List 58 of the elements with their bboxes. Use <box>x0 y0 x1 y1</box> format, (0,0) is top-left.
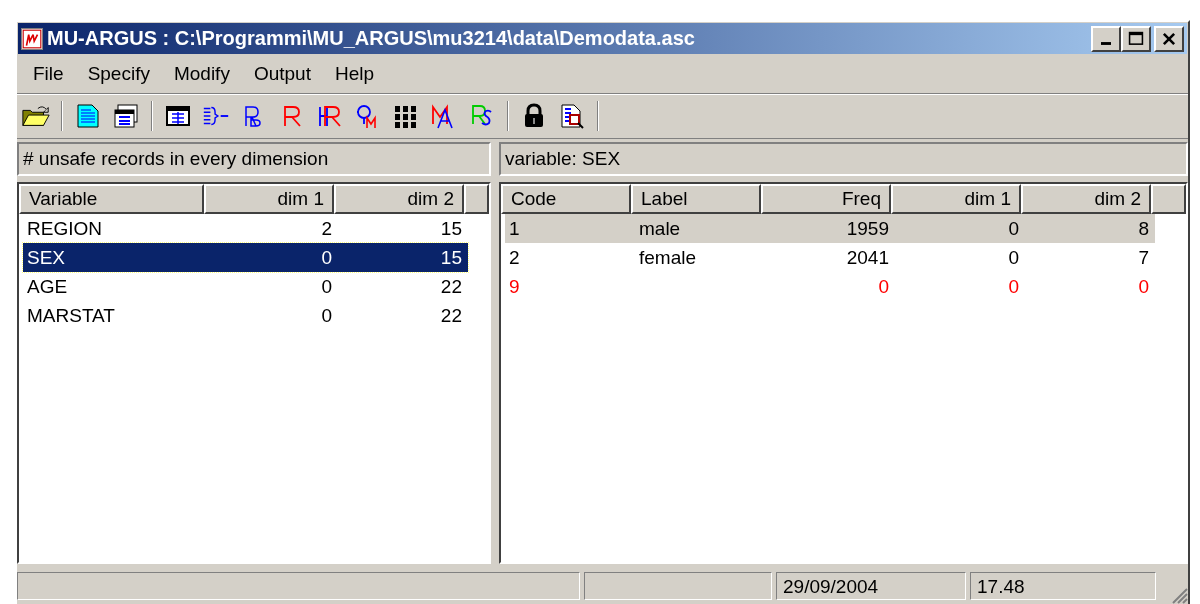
table-cell-text: REGION <box>26 217 103 241</box>
table-cell-text: 2 <box>508 246 521 270</box>
table-cell-text: 0 <box>320 304 333 328</box>
table-cell-text: 0 <box>1007 217 1020 241</box>
table-cell-text: 1 <box>508 217 521 241</box>
table-cell-text: 0 <box>1007 246 1020 270</box>
table-stack-icon[interactable] <box>111 102 141 130</box>
column-header[interactable]: Code <box>501 184 631 214</box>
table-cell-text: 22 <box>439 275 463 299</box>
list-row[interactable]: 2 female 2041 0 7 <box>505 243 1155 272</box>
column-header[interactable]: dim 2 <box>1021 184 1151 214</box>
status-time: 17.48 <box>970 572 1156 600</box>
table-cell-text: 2 <box>320 217 333 241</box>
maximize-icon <box>1127 29 1145 48</box>
column-header[interactable]: dim 1 <box>204 184 334 214</box>
list-row[interactable]: 9 0 0 0 <box>505 272 1155 301</box>
table-cell-text: 8 <box>1137 217 1150 241</box>
menu-item[interactable]: Modify <box>161 63 242 85</box>
column-header[interactable]: Freq <box>761 184 891 214</box>
table-cell-text: SEX <box>26 246 67 270</box>
list-row[interactable]: REGION 2 15 <box>23 214 468 243</box>
close-button[interactable] <box>1154 25 1184 52</box>
maximize-button[interactable] <box>1121 25 1151 52</box>
app-icon <box>21 27 43 50</box>
table-cell-text: AGE <box>26 275 69 299</box>
minimize-icon <box>1101 42 1111 45</box>
column-header[interactable]: Variable <box>19 184 204 214</box>
list-row[interactable]: 1 male 1959 0 8 <box>505 214 1155 243</box>
list-row[interactable]: AGE 0 22 <box>23 272 468 301</box>
menu-item[interactable]: Specify <box>75 63 162 85</box>
list-row[interactable]: MARSTAT 0 22 <box>23 301 468 330</box>
column-header[interactable]: dim 2 <box>334 184 464 214</box>
panel-caption: # unsafe records in every dimension <box>17 142 491 176</box>
table-cell-text: 0 <box>320 246 333 270</box>
window-title: MU-ARGUS : C:\Programmi\MU_ARGUS\mu3214\data\Demodata.asc <box>47 27 696 50</box>
table-cell-text: MARSTAT <box>26 304 116 328</box>
table-cell-text: male <box>638 217 682 241</box>
minimize-button[interactable] <box>1091 25 1121 52</box>
table-cell-text: 0 <box>877 275 890 299</box>
table-cell-text: 1959 <box>845 217 890 241</box>
table-cell-text: 0 <box>320 275 333 299</box>
column-header[interactable]: Label <box>631 184 761 214</box>
table-cell-text: female <box>638 246 698 270</box>
menu-item[interactable]: File <box>21 63 76 85</box>
table-cell-text: 2041 <box>845 246 890 270</box>
column-header[interactable]: dim 1 <box>891 184 1021 214</box>
table-cell-text: 7 <box>1137 246 1150 270</box>
menu-item[interactable]: Output <box>241 63 323 85</box>
menu-item[interactable]: Help <box>322 63 387 85</box>
status-date: 29/09/2004 <box>776 572 966 600</box>
table-cell-text: 0 <box>1007 275 1020 299</box>
panel-caption: variable: SEX <box>499 142 1188 176</box>
table-cell-text: 22 <box>439 304 463 328</box>
table-cell-text: 15 <box>439 246 463 270</box>
table-cell-text: 9 <box>508 275 521 299</box>
list-row[interactable]: SEX 0 15 <box>23 243 468 272</box>
table-cell-text: 15 <box>439 217 463 241</box>
table-cell-text: 0 <box>1137 275 1150 299</box>
